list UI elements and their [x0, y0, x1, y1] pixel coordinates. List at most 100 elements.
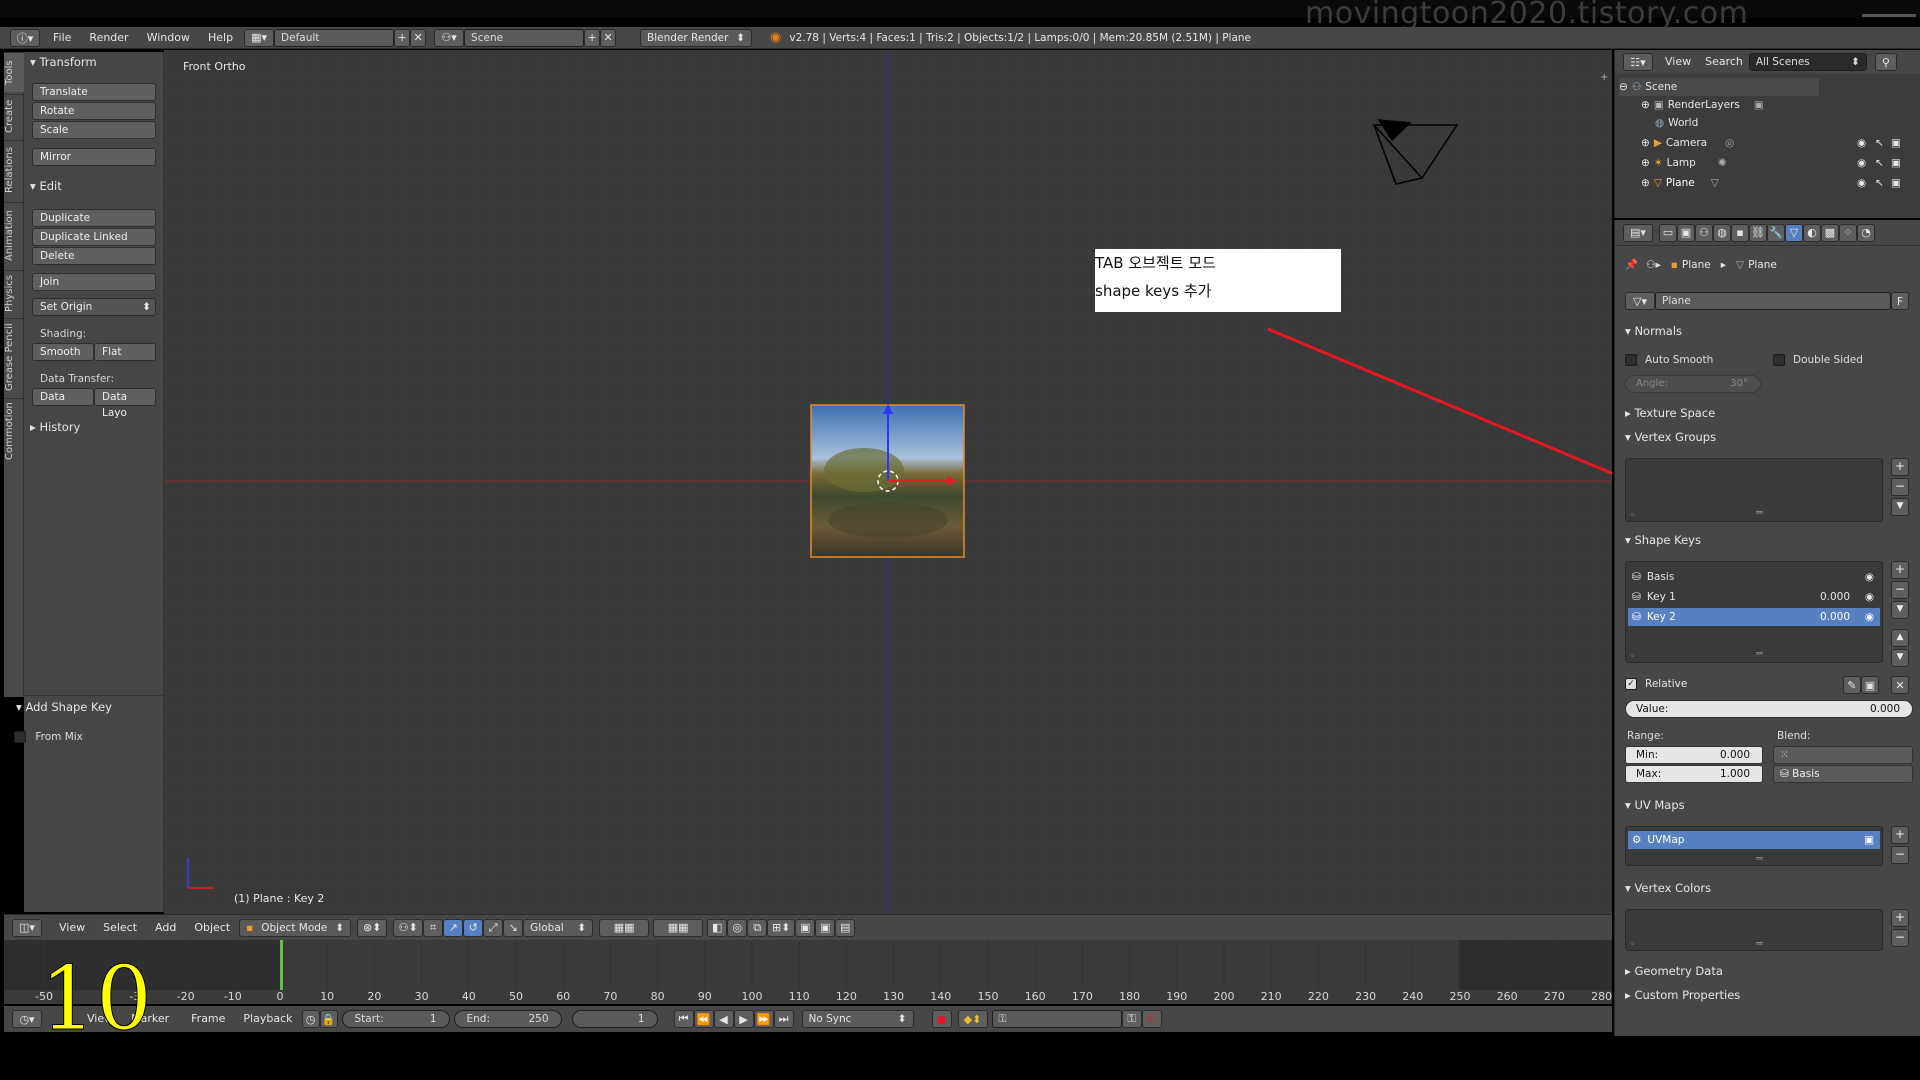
proportional-edit-icon[interactable]: ◎ — [727, 918, 748, 937]
custom-properties-panel-header[interactable]: ▸ Custom Properties — [1625, 988, 1740, 1002]
data-layout-button[interactable]: Data Layo — [94, 388, 156, 419]
visibility-eye-icon[interactable]: ◉ — [1865, 611, 1874, 623]
modifiers-tab-icon[interactable]: 🔧 — [1767, 223, 1785, 242]
outliner-row-camera[interactable]: ⊕ ▶ Camera ◎ ◉ ↖ ▣ — [1641, 134, 1920, 152]
list-resize-handle[interactable]: ═ — [1756, 647, 1763, 660]
menu-help[interactable]: Help — [199, 27, 242, 49]
shape-key-row-key1[interactable]: ⛁ Key 1 0.000 ◉ — [1628, 588, 1880, 606]
shape-key-value[interactable]: 0.000 — [1820, 611, 1850, 623]
add-scene-icon[interactable]: + — [584, 28, 601, 47]
angle-field[interactable]: Angle: 30° — [1625, 375, 1761, 393]
visibility-eye-icon[interactable]: ◉ — [1857, 157, 1866, 169]
uv-maps-list[interactable]: ⚙ UVMap ▣ ═ — [1625, 826, 1883, 866]
list-resize-handle[interactable]: ═ — [1756, 506, 1763, 519]
remove-scene-icon[interactable]: ✕ — [600, 28, 617, 47]
history-panel-header[interactable]: ▸ History — [30, 420, 80, 434]
mesh-browse-icon[interactable]: ▽▾ — [1625, 292, 1655, 310]
world-tab-icon[interactable]: ◍ — [1713, 223, 1731, 242]
shape-key-specials-button[interactable]: ▼ — [1891, 601, 1909, 619]
active-keying-set-field[interactable]: ⚿ — [991, 1010, 1122, 1028]
select-cursor-icon[interactable]: ↖ — [1875, 157, 1884, 169]
outliner-row-world[interactable]: ◍ World — [1655, 114, 1698, 132]
snap-element-icon[interactable]: ⊞⬍ — [767, 918, 796, 937]
shape-key-row-key2[interactable]: ⛁ Key 2 0.000 ◉ — [1628, 608, 1880, 626]
layers-grid-2[interactable]: ▦▦ — [653, 918, 704, 937]
vertex-group-remove-button[interactable]: − — [1891, 478, 1909, 496]
vertex-groups-list[interactable]: ═ ◦ — [1625, 458, 1883, 522]
preview-range-icon[interactable]: ◷ — [301, 1010, 320, 1028]
outliner-filter-dropdown[interactable]: All Scenes ⬍ — [1748, 53, 1867, 71]
vertex-colors-list[interactable]: ═ ◦ — [1625, 909, 1883, 951]
shape-keys-panel-header[interactable]: ▾ Shape Keys — [1625, 533, 1701, 547]
visibility-eye-icon[interactable]: ◉ — [1865, 591, 1874, 603]
lock-camera-icon[interactable]: ◧ — [707, 918, 728, 937]
add-shape-key-panel-header[interactable]: ▾ Add Shape Key — [16, 700, 112, 714]
lock-time-icon[interactable]: 🔒 — [319, 1010, 338, 1028]
geometry-data-panel-header[interactable]: ▸ Geometry Data — [1625, 964, 1723, 978]
timeline-area[interactable]: -50 -30 -20 -10 0 10 20 30 40 50 60 70 80 90 100 110 120… — [4, 940, 1612, 1004]
start-frame-field[interactable]: Start: 1 — [341, 1010, 450, 1028]
timeline-menu-frame[interactable]: Frame — [182, 1008, 234, 1030]
jump-start-icon[interactable]: ⏮ — [673, 1010, 694, 1028]
list-resize-handle[interactable]: ═ — [1756, 852, 1763, 865]
scene-field[interactable]: Scene — [464, 28, 585, 47]
tab-commotion[interactable]: Commotion — [4, 398, 24, 464]
clear-shape-keys-icon[interactable]: ✕ — [1891, 676, 1909, 694]
texture-tab-icon[interactable]: ▩ — [1821, 223, 1839, 242]
mirror-button[interactable]: Mirror — [32, 148, 156, 166]
material-tab-icon[interactable]: ◐ — [1803, 223, 1821, 242]
blend-vertex-group-field[interactable]: ⁙ — [1773, 746, 1913, 764]
constraints-tab-icon[interactable]: ⛓ — [1749, 223, 1767, 242]
shape-key-value[interactable]: 0.000 — [1820, 591, 1850, 603]
range-min-field[interactable]: Min: 0.000 — [1625, 746, 1763, 764]
from-mix-checkbox-box[interactable] — [14, 731, 26, 743]
shape-key-edit-mode-icon[interactable]: ✎ — [1843, 676, 1861, 694]
outliner-menu-search[interactable]: Search — [1699, 51, 1749, 73]
outliner-row-lamp[interactable]: ⊕ ✶ Lamp ✺ ◉ ↖ ▣ — [1641, 154, 1920, 172]
expand-icon[interactable]: ⊕ — [1641, 137, 1650, 149]
pivot-point-icon[interactable]: ⚇⬍ — [393, 918, 424, 937]
expand-icon[interactable]: ⊕ — [1641, 99, 1650, 111]
fake-user-button[interactable]: F — [1891, 292, 1909, 310]
render-layers-tab-icon[interactable]: ▣ — [1677, 223, 1695, 242]
rotate-button[interactable]: Rotate — [32, 102, 156, 120]
texture-space-panel-header[interactable]: ▸ Texture Space — [1625, 406, 1715, 420]
scene-tab-icon[interactable]: ⚇ — [1695, 223, 1713, 242]
translate-button[interactable]: Translate — [32, 83, 156, 101]
outliner-row-renderlayers[interactable]: ⊕ ▣ RenderLayers ▣ — [1641, 96, 1764, 114]
shape-key-row-basis[interactable]: ⛁ Basis ◉ — [1628, 568, 1880, 586]
tab-physics[interactable]: Physics — [4, 270, 24, 316]
sync-dropdown[interactable]: No Sync ⬍ — [801, 1010, 914, 1028]
vertex-color-add-button[interactable]: + — [1891, 909, 1909, 927]
keying-set-icon[interactable]: ◆⬍ — [957, 1010, 988, 1028]
outliner-editor-icon[interactable]: ☷▾ — [1623, 53, 1653, 71]
jump-keyframe-back-icon[interactable]: ⏪ — [693, 1010, 714, 1028]
tab-animation[interactable]: Animation — [4, 202, 24, 268]
list-filter-icon[interactable]: ◦ — [1630, 940, 1635, 950]
3d-viewport[interactable]: Front Ortho (1) Plane : Key 2 + — [164, 50, 1612, 914]
data-button[interactable]: Data — [32, 388, 94, 406]
opengl-render-icon[interactable]: ▣ — [795, 918, 816, 937]
pin-icon[interactable]: 📌 — [1625, 258, 1638, 271]
rotate-manipulator-icon[interactable]: ↺ — [463, 918, 484, 937]
scale-manipulator-icon[interactable]: ⤢ — [483, 918, 504, 937]
transform-orientation-dropdown[interactable]: Global ⬍ — [523, 918, 594, 937]
vertex-groups-panel-header[interactable]: ▾ Vertex Groups — [1625, 430, 1716, 444]
smooth-button[interactable]: Smooth — [32, 343, 94, 361]
shape-key-add-button[interactable]: + — [1891, 561, 1909, 579]
render-camera-icon[interactable]: ▣ — [1891, 157, 1901, 169]
object-tab-icon[interactable]: ▪ — [1731, 223, 1749, 242]
range-max-field[interactable]: Max: 1.000 — [1625, 765, 1763, 783]
list-filter-icon[interactable]: ◦ — [1630, 511, 1635, 521]
timeline-menu-playback[interactable]: Playback — [234, 1008, 301, 1030]
blend-relative-key-field[interactable]: ⛁ Basis — [1773, 765, 1913, 783]
viewport-menu-view[interactable]: View — [50, 917, 94, 939]
render-camera-icon[interactable]: ▣ — [1891, 177, 1901, 189]
shape-value-slider[interactable]: Value: 0.000 — [1625, 700, 1913, 718]
auto-smooth-checkbox[interactable]: Auto Smooth — [1625, 354, 1713, 366]
double-sided-box[interactable] — [1773, 354, 1785, 366]
end-frame-field[interactable]: End: 250 — [453, 1010, 562, 1028]
auto-smooth-box[interactable] — [1625, 354, 1637, 366]
scene-icon[interactable]: ⚇▾ — [434, 28, 465, 47]
play-icon[interactable]: ▶ — [733, 1010, 754, 1028]
